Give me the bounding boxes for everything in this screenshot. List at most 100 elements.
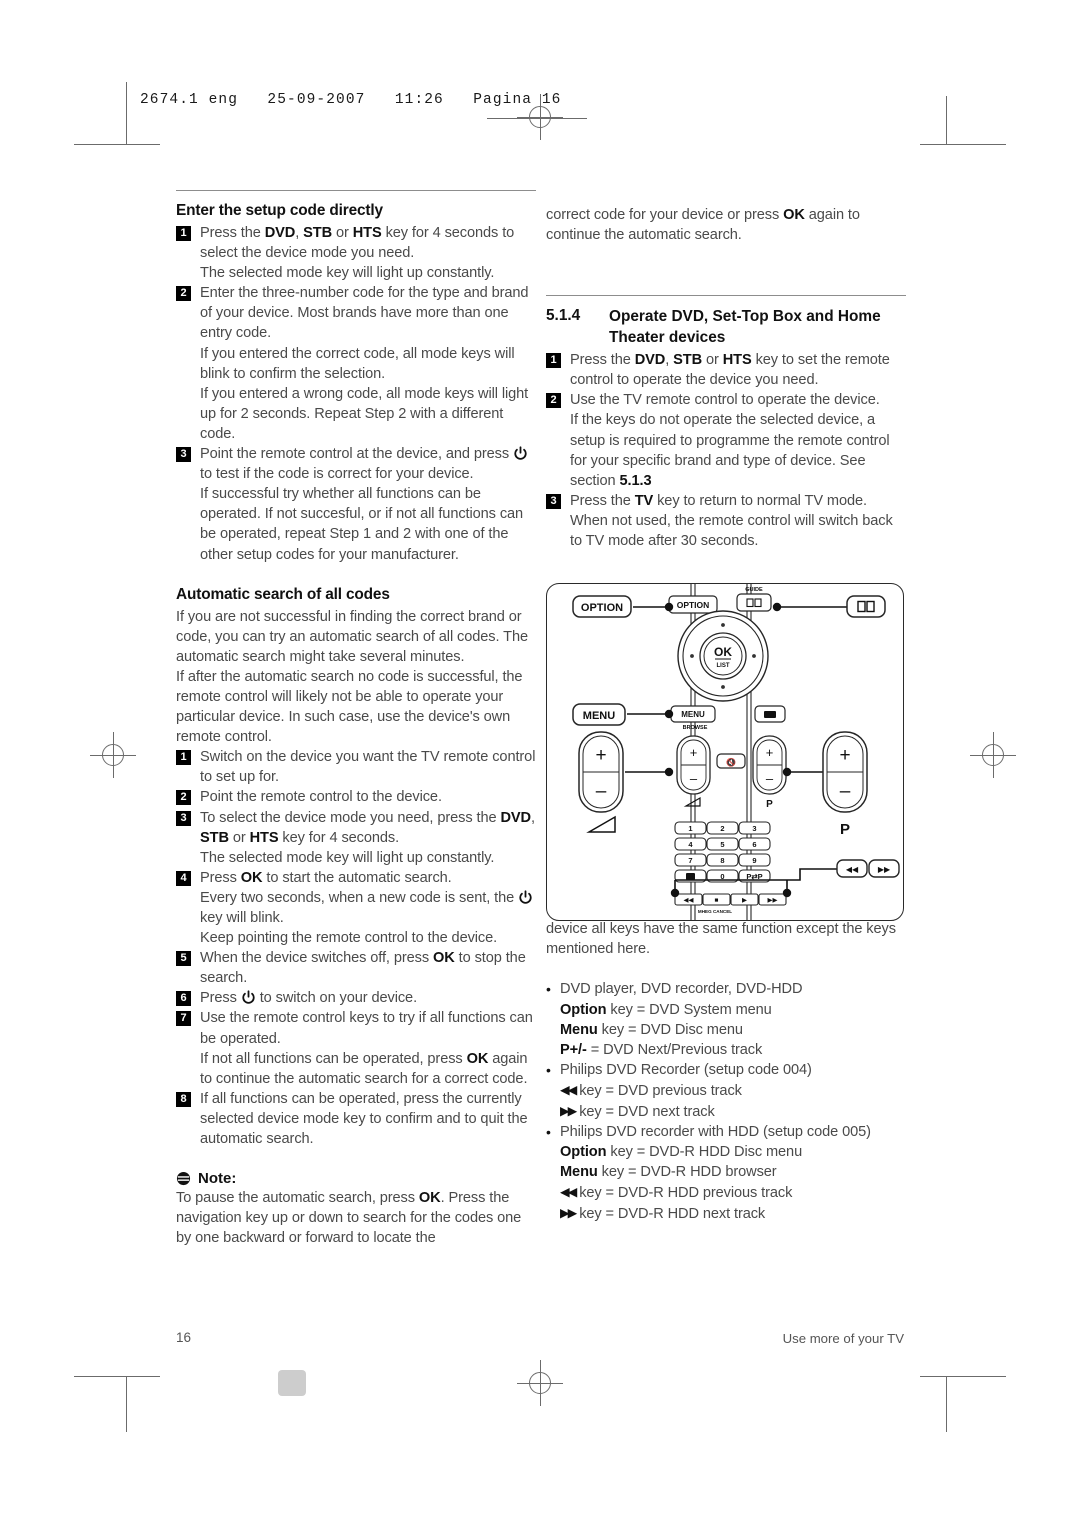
bullet-line: Option key = DVD System menu [560, 1001, 772, 1018]
svg-text:MENU: MENU [681, 710, 705, 719]
step-item: 2 Enter the three-number code for the ty… [176, 283, 536, 444]
step-text: To select the device mode you need, pres… [200, 808, 536, 868]
svg-text:8: 8 [720, 856, 724, 865]
registration-mark-left [90, 732, 136, 778]
remote-control-figure: OPTION GUIDE OPTION OK LIST MENU BROWSE … [546, 583, 904, 921]
step-line: When not used, the remote control will s… [570, 512, 893, 550]
trim-mark-top-left [74, 144, 160, 145]
note-text: To pause the automatic search, press OK.… [176, 1190, 522, 1247]
trim-mark-bottom-right-v [946, 1376, 947, 1432]
svg-text:–: – [766, 771, 774, 786]
step-number: 3 [176, 810, 191, 826]
step-line: If you entered the correct code, all mod… [200, 345, 515, 382]
fast-forward-icon: ▶▶ [560, 1206, 577, 1221]
svg-text:+: + [595, 745, 606, 766]
step-line: Press OK to start the automatic search. [200, 869, 452, 886]
svg-text:7: 7 [688, 856, 692, 865]
reg-circle [529, 1372, 551, 1394]
step-number: 1 [176, 750, 191, 766]
bullet-icon: • [546, 1124, 551, 1141]
step-item: 1 Switch on the device you want the TV r… [176, 747, 536, 787]
power-icon [518, 890, 533, 905]
step-text: Point the remote control at the device, … [200, 444, 536, 565]
step-text: Enter the three-number code for the type… [200, 283, 536, 444]
heading-enter-setup-code: Enter the setup code directly [176, 202, 383, 219]
step-line: Point the remote control to the device. [200, 789, 442, 806]
remote-transport-row: ◀◀ ■ ▶ ▶▶ MHEG CANCEL [674, 893, 787, 914]
svg-text:–: – [840, 781, 851, 802]
trim-mark-bottom-left [74, 1376, 160, 1377]
step-item: 2 Use the TV remote control to operate t… [546, 390, 906, 490]
bullet-title: DVD player, DVD recorder, DVD-HDD [560, 981, 803, 998]
step-item: 5 When the device switches off, press OK… [176, 948, 536, 988]
step-item: 4 Press OK to start the automatic search… [176, 868, 536, 948]
continuation-text: correct code for your device or press OK… [546, 207, 860, 244]
bullet-line: ◀◀ key = DVD-R HDD previous track [560, 1182, 906, 1203]
remote-option-key: OPTION [668, 595, 718, 614]
key-function-bullets: • DVD player, DVD recorder, DVD-HDD Opti… [546, 979, 906, 1224]
step-line: Keep pointing the remote control to the … [200, 930, 498, 947]
svg-text:LIST: LIST [717, 663, 730, 669]
step-text: Press to switch on your device. [200, 988, 536, 1008]
step-line: If the keys do not operate the selected … [570, 412, 890, 489]
svg-text:▶▶: ▶▶ [768, 897, 779, 904]
step-line: To select the device mode you need, pres… [200, 809, 535, 846]
step-line: Switch on the device you want the TV rem… [200, 749, 536, 786]
fast-forward-icon: ▶▶ [560, 1103, 577, 1118]
step-number: 2 [546, 393, 561, 409]
left-column: Enter the setup code directly 1 Press th… [176, 190, 536, 1248]
step-number: 5 [176, 951, 191, 967]
svg-text:2: 2 [720, 824, 724, 833]
heading-rule-right [546, 295, 906, 297]
step-line: Press the DVD, STB or HTS key to set the… [570, 352, 890, 389]
step-text: Press the TV key to return to normal TV … [570, 491, 906, 551]
step-line: Every two seconds, when a new code is se… [200, 888, 536, 928]
step-line: Use the TV remote control to operate the… [570, 392, 880, 409]
step-text: If all functions can be operated, press … [200, 1089, 536, 1149]
step-item: 3 To select the device mode you need, pr… [176, 808, 536, 868]
step-line: If not all functions can be operated, pr… [200, 1050, 528, 1087]
callout-guide [772, 595, 886, 618]
svg-text:■: ■ [715, 897, 719, 904]
step-number: 6 [176, 991, 191, 1007]
power-icon [241, 990, 256, 1005]
bullet-line: Option key = DVD-R HDD Disc menu [560, 1144, 803, 1161]
remote-mute-key: 🔇 [716, 753, 746, 769]
step-number: 2 [176, 790, 191, 806]
header-underline [487, 118, 587, 119]
step-line: Press to switch on your device. [200, 990, 418, 1007]
svg-text:+: + [766, 745, 774, 760]
step-item: 2 Point the remote control to the device… [176, 787, 536, 807]
svg-text:◀◀: ◀◀ [846, 865, 859, 874]
callout-program-rocker: + – P [782, 731, 868, 838]
bullet-title: Philips DVD Recorder (setup code 004) [560, 1061, 812, 1078]
remote-program-rocker: + – P [752, 735, 787, 810]
step-text: Point the remote control to the device. [200, 787, 536, 807]
bullet-line: ▶▶ key = DVD-R HDD next track [560, 1203, 906, 1224]
svg-text:OPTION: OPTION [677, 600, 710, 610]
svg-text:◀◀: ◀◀ [684, 897, 695, 904]
svg-text:–: – [596, 781, 607, 802]
step-line: If all functions can be operated, press … [200, 1090, 528, 1148]
svg-text:9: 9 [752, 856, 756, 865]
svg-text:P: P [840, 821, 850, 838]
reg-circle [529, 106, 551, 128]
step-text: Use the remote control keys to try if al… [200, 1008, 536, 1088]
trim-mark-top-left-v [126, 82, 127, 144]
remote-navigation-ring: OK LIST [677, 610, 769, 702]
step-item: 3 Press the TV key to return to normal T… [546, 491, 906, 551]
step-number: 1 [176, 226, 191, 241]
rewind-icon: ◀◀ [560, 1185, 577, 1200]
remote-menu-key: MENU BROWSE [670, 705, 716, 731]
step-item: 8 If all functions can be operated, pres… [176, 1089, 536, 1149]
svg-text:GUIDE: GUIDE [745, 587, 763, 593]
rewind-icon: ◀◀ [560, 1082, 577, 1097]
step-item: 6 Press to switch on your device. [176, 988, 536, 1008]
bullet-icon: • [546, 1061, 551, 1078]
note-block: Note: To pause the automatic search, pre… [176, 1170, 536, 1248]
step-number: 3 [176, 447, 191, 463]
svg-text:🔇: 🔇 [726, 757, 736, 767]
footer-page-number: 16 [176, 1330, 192, 1345]
step-line: When the device switches off, press OK t… [200, 950, 526, 987]
registration-mark-bottom [517, 1360, 563, 1406]
